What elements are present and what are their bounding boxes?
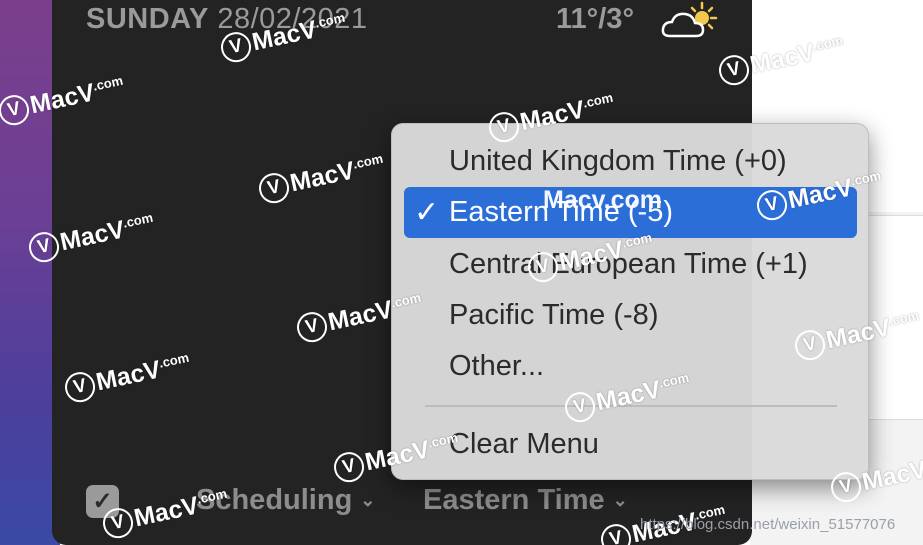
menu-item-label: Clear Menu xyxy=(449,428,599,460)
menu-item-label: Pacific Time (-8) xyxy=(449,299,659,331)
widget-day: SUNDAY xyxy=(86,3,209,35)
widget-date-value: 28/02/2021 xyxy=(217,3,368,35)
menu-item-label: Central European Time (+1) xyxy=(449,248,808,280)
source-url: https://blog.csdn.net/weixin_51577076 xyxy=(640,516,896,533)
menu-item-pacific-time[interactable]: Pacific Time (-8) xyxy=(404,290,857,341)
menu-item-other[interactable]: Other... xyxy=(404,341,857,392)
chevron-down-icon: ⌄ xyxy=(612,490,628,510)
widget-date: SUNDAY 28/02/2021 xyxy=(86,3,368,36)
watermark-overlay-text: Macv.com xyxy=(543,186,663,214)
chevron-down-icon: ⌄ xyxy=(360,490,376,510)
desktop-wallpaper xyxy=(0,0,60,545)
menu-item-united-kingdom-time[interactable]: United Kingdom Time (+0) xyxy=(404,136,857,187)
menu-item-label: United Kingdom Time (+0) xyxy=(449,145,787,177)
scheduling-label: Scheduling xyxy=(196,484,353,516)
menu-separator xyxy=(425,405,837,407)
scheduling-dropdown[interactable]: Scheduling ⌄ xyxy=(196,484,375,517)
menu-item-label: Other... xyxy=(449,350,545,382)
timezone-menu: United Kingdom Time (+0) ✓ Eastern Time … xyxy=(391,123,869,480)
checkmark-icon: ✓ xyxy=(414,196,440,229)
widget-temperature: 11°/3° xyxy=(556,3,635,35)
scheduling-checkbox[interactable]: ✓ xyxy=(86,485,119,518)
timezone-dropdown-label: Eastern Time xyxy=(423,484,605,516)
background-card xyxy=(868,215,923,420)
menu-item-clear-menu[interactable]: Clear Menu xyxy=(404,419,857,470)
timezone-dropdown[interactable]: Eastern Time ⌄ xyxy=(423,484,628,517)
partly-cloudy-icon xyxy=(661,1,718,38)
menu-item-central-european-time[interactable]: Central European Time (+1) xyxy=(404,239,857,290)
